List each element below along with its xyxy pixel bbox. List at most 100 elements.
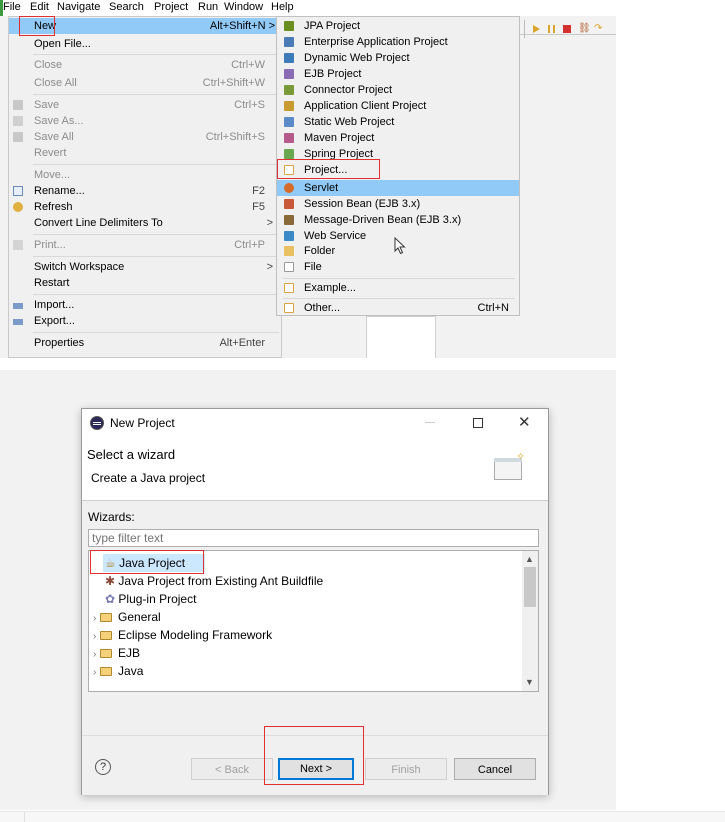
menu-window[interactable]: Window [224,1,263,14]
export-icon [13,319,23,325]
menu-item-open-file[interactable]: Open File... [9,36,281,52]
highlight-project [277,159,380,179]
focus-marker [0,0,3,16]
menu-item-export[interactable]: Export... [9,313,281,329]
submenu-item-application-client-project[interactable]: Application Client Project [277,98,519,114]
submenu-item-servlet[interactable]: Servlet [277,180,519,196]
menu-item-print[interactable]: Print... Ctrl+P [9,237,281,253]
save-icon [13,100,23,110]
expand-chevron-icon[interactable]: › [93,613,96,624]
tree-folder-general[interactable]: › General [93,608,161,626]
ejb-project-icon [284,69,294,79]
menu-item-save-all[interactable]: Save All Ctrl+Shift+S [9,129,281,145]
menu-item-rename[interactable]: Rename... F2 [9,183,281,199]
mdb-icon [284,215,294,225]
expand-chevron-icon[interactable]: › [93,649,96,660]
submenu-item-ejb-project[interactable]: EJB Project [277,66,519,82]
web-project-icon [284,53,294,63]
tree-item-plugin-project[interactable]: ✿ Plug-in Project [103,590,196,608]
terminate-icon[interactable] [563,25,571,33]
import-icon [13,303,23,309]
wizard-banner-icon: ✧ [494,450,527,484]
menu-item-close-all[interactable]: Close All Ctrl+Shift+W [9,75,281,91]
refresh-icon [13,202,23,212]
close-button[interactable]: ✕ [518,413,531,431]
session-bean-icon [284,199,294,209]
save-as-icon [13,116,23,126]
tree-folder-java[interactable]: › Java [93,662,143,680]
wizards-label: Wizards: [88,510,135,524]
submenu-item-example[interactable]: Example... [277,280,519,296]
submenu-item-message-driven-bean[interactable]: Message-Driven Bean (EJB 3.x) [277,212,519,228]
menu-file[interactable]: File [3,1,21,14]
eclipse-workbench: ⛓ ↷ File Edit Navigate Search Project Ru… [0,0,616,358]
submenu-item-other[interactable]: Other... Ctrl+N [277,300,519,316]
maximize-button[interactable] [473,418,483,428]
back-button[interactable]: < Back [191,758,273,780]
other-icon [284,303,294,313]
ant-icon: ✱ [105,574,116,588]
submenu-item-connector-project[interactable]: Connector Project [277,82,519,98]
new-project-dialog: New Project ✕ Select a wizard Create a J… [81,408,549,795]
step-into-icon[interactable]: ↷ [594,23,602,34]
tree-folder-ejb[interactable]: › EJB [93,644,140,662]
expand-chevron-icon[interactable]: › [93,667,96,678]
finish-button[interactable]: Finish [365,758,447,780]
print-icon [13,240,23,250]
menu-item-restart[interactable]: Restart [9,275,281,291]
scroll-down-icon[interactable]: ▼ [525,677,534,687]
menu-navigate[interactable]: Navigate [57,1,100,14]
menu-item-properties[interactable]: Properties Alt+Enter [9,335,281,351]
help-button[interactable]: ? [95,759,111,775]
menu-item-save[interactable]: Save Ctrl+S [9,97,281,113]
mouse-cursor-icon [394,237,406,255]
menu-search[interactable]: Search [109,1,144,14]
menu-item-import[interactable]: Import... [9,297,281,313]
highlight-java-project [90,550,204,574]
submenu-item-file[interactable]: File [277,259,519,275]
menu-item-switch-workspace[interactable]: Switch Workspace > [9,259,281,275]
app-client-icon [284,101,294,111]
suspend-icon[interactable] [548,25,555,33]
menu-run[interactable]: Run [198,1,218,14]
submenu-item-enterprise-application-project[interactable]: Enterprise Application Project [277,34,519,50]
menu-item-revert[interactable]: Revert [9,145,281,161]
menu-item-move[interactable]: Move... [9,167,281,183]
minimize-button[interactable] [425,422,435,423]
submenu-item-session-bean[interactable]: Session Bean (EJB 3.x) [277,196,519,212]
menu-item-convert-line-delimiters[interactable]: Convert Line Delimiters To > [9,215,281,231]
filter-input[interactable] [88,529,539,547]
cancel-button[interactable]: Cancel [454,758,536,780]
highlight-next [264,726,364,785]
folder-icon [284,246,294,256]
submenu-item-dynamic-web-project[interactable]: Dynamic Web Project [277,50,519,66]
submenu-item-static-web-project[interactable]: Static Web Project [277,114,519,130]
menu-item-save-as[interactable]: Save As... [9,113,281,129]
tree-scrollbar[interactable]: ▲ ▼ [522,551,538,691]
menu-help[interactable]: Help [271,1,294,14]
servlet-icon [284,183,294,193]
disconnect-icon[interactable]: ⛓ [578,23,591,34]
folder-icon [99,649,112,659]
scroll-up-icon[interactable]: ▲ [525,554,534,564]
submenu-item-jpa-project[interactable]: JPA Project [277,18,519,34]
submenu-item-maven-project[interactable]: Maven Project [277,130,519,146]
example-icon [284,283,294,293]
tree-folder-emf[interactable]: › Eclipse Modeling Framework [93,626,272,644]
highlight-new [19,16,55,36]
spring-icon [284,149,294,159]
expand-chevron-icon[interactable]: › [93,631,96,642]
jpa-project-icon [284,21,294,31]
file-menu: New Alt+Shift+N > Open File... Close Ctrl+… [8,16,282,358]
tree-item-java-project-ant[interactable]: ✱ Java Project from Existing Ant Buildfi… [103,572,323,590]
menu-item-refresh[interactable]: Refresh F5 [9,199,281,215]
scrollbar-thumb[interactable] [524,567,536,607]
web-service-icon [284,231,294,241]
resume-icon[interactable] [533,25,540,33]
menu-edit[interactable]: Edit [30,1,49,14]
menu-item-close[interactable]: Close Ctrl+W [9,57,281,73]
menu-project[interactable]: Project [154,1,188,14]
toolbar: ⛓ ↷ [520,16,616,46]
wizard-description: Create a Java project [91,471,206,485]
eclipse-logo-icon [90,416,104,430]
